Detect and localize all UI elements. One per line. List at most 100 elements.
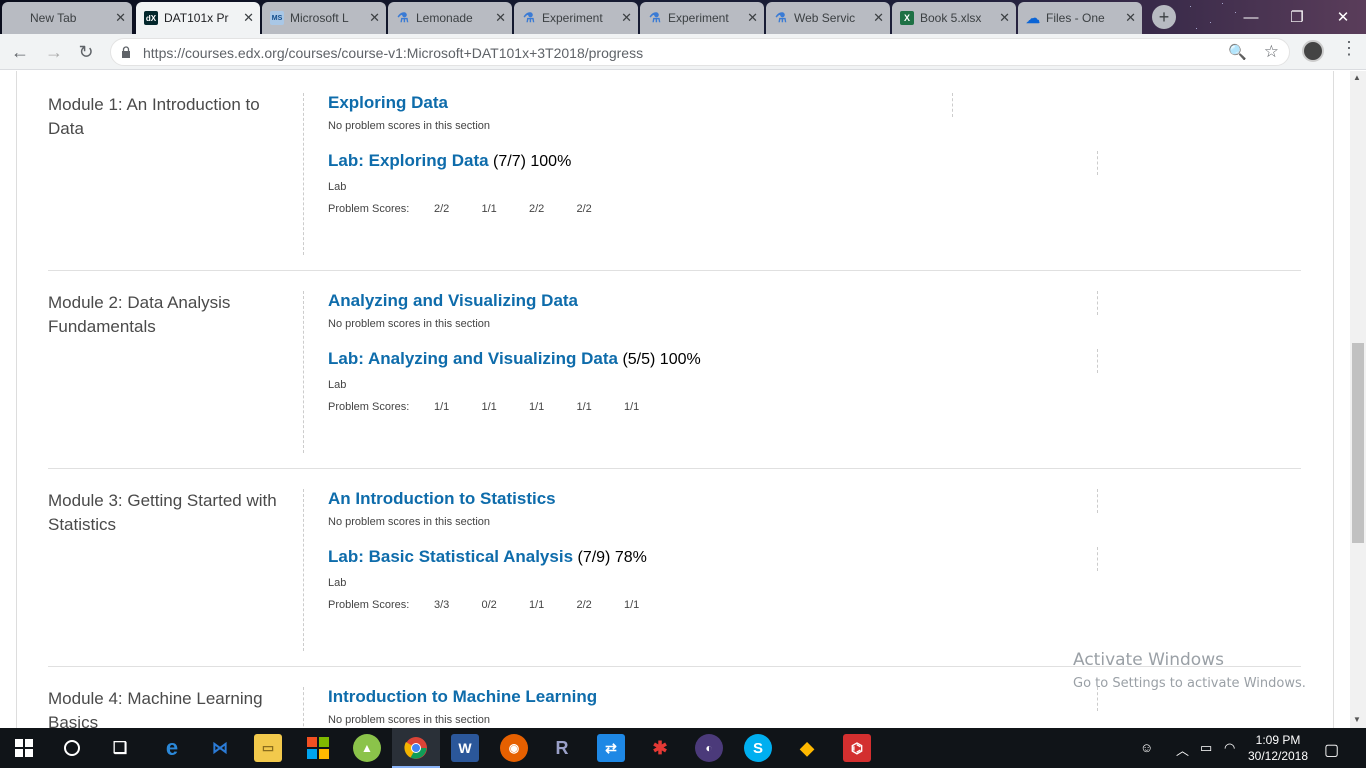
- tab-book5-xlsx[interactable]: X Book 5.xlsx ✕: [892, 2, 1016, 34]
- section-link[interactable]: An Introduction to Statistics: [328, 489, 672, 509]
- tab-lemonade[interactable]: ⚗ Lemonade ✕: [388, 2, 512, 34]
- close-icon[interactable]: ✕: [369, 10, 380, 26]
- section-note: No problem scores in this section: [328, 516, 491, 528]
- windows-start-icon[interactable]: [10, 734, 38, 762]
- background-star: [1190, 6, 1191, 7]
- store-icon[interactable]: [304, 734, 332, 762]
- problem-scores-label: Problem Scores:: [328, 203, 410, 215]
- tab-title: New Tab: [30, 11, 77, 25]
- close-icon[interactable]: ✕: [115, 10, 126, 26]
- close-icon[interactable]: ✕: [1125, 10, 1136, 26]
- lab-type: Lab: [328, 181, 347, 193]
- firefox-icon[interactable]: ◉: [500, 734, 528, 762]
- tab-dat101x-progress[interactable]: dX DAT101x Pr ✕: [136, 2, 260, 34]
- chapter-title: Module 4: Machine Learning Basics: [48, 689, 263, 728]
- problem-score: 1/1: [481, 401, 497, 413]
- teamviewer-icon[interactable]: ⇄: [597, 734, 625, 762]
- problem-score: 1/1: [529, 599, 545, 611]
- clock-date: 30/12/2018: [1247, 749, 1309, 763]
- notifications-icon[interactable]: ▢: [1324, 740, 1339, 760]
- menu-icon[interactable]: ⋮: [1340, 38, 1358, 59]
- section-link[interactable]: Introduction to Machine Learning: [328, 687, 597, 707]
- tab-title: Book 5.xlsx: [920, 11, 982, 25]
- flask-icon: ⚗: [649, 10, 661, 25]
- lab-link[interactable]: Lab: Basic Statistical Analysis: [328, 547, 573, 566]
- section-divider: [1097, 151, 1098, 175]
- word-icon[interactable]: W: [451, 734, 479, 762]
- scroll-down-icon[interactable]: ▼: [1353, 715, 1361, 724]
- task-view-icon[interactable]: ❑: [106, 734, 134, 762]
- watermark-title: Activate Windows: [1073, 650, 1224, 670]
- lab-score: (5/5) 100%: [622, 351, 701, 368]
- address-bar[interactable]: https://courses.edx.org/courses/course-v…: [110, 38, 1290, 66]
- plus-icon: +: [1158, 6, 1170, 27]
- section-row: An Introduction to Statistics No problem…: [328, 489, 1098, 547]
- close-icon[interactable]: ✕: [621, 10, 632, 26]
- people-icon[interactable]: ☺: [1140, 740, 1153, 755]
- battery-icon[interactable]: ▭: [1200, 740, 1212, 756]
- problem-score: 1/1: [624, 401, 640, 413]
- close-icon[interactable]: ✕: [999, 10, 1010, 26]
- visual-studio-icon[interactable]: ⋈: [206, 734, 234, 762]
- activate-windows-watermark: Activate Windows Go to Settings to activ…: [1073, 650, 1306, 691]
- close-icon[interactable]: ✕: [495, 10, 506, 26]
- lock-icon: [122, 46, 130, 58]
- back-button[interactable]: ←: [6, 38, 34, 66]
- close-window-button[interactable]: ✕: [1320, 4, 1366, 30]
- section-link[interactable]: Exploring Data: [328, 93, 624, 113]
- tab-new-tab[interactable]: New Tab ✕: [2, 2, 132, 34]
- git-icon[interactable]: ◆: [793, 734, 821, 762]
- eclipse-icon[interactable]: ◐: [695, 734, 723, 762]
- background-star: [1210, 22, 1211, 23]
- acrobat-icon[interactable]: ⌬: [843, 734, 871, 762]
- wifi-icon[interactable]: ◠: [1224, 740, 1235, 756]
- scroll-up-icon[interactable]: ▲: [1353, 73, 1361, 82]
- section-link[interactable]: Analyzing and Visualizing Data: [328, 291, 701, 311]
- tab-title: Web Servic: [794, 11, 856, 25]
- edge-icon[interactable]: e: [158, 734, 186, 762]
- problem-score: 1/1: [481, 203, 497, 215]
- tab-experiment-2[interactable]: ⚗ Experiment ✕: [640, 2, 764, 34]
- spider-icon[interactable]: ✱: [646, 734, 674, 762]
- new-tab-button[interactable]: +: [1152, 5, 1176, 29]
- watermark-subtitle: Go to Settings to activate Windows.: [1073, 676, 1306, 691]
- file-explorer-icon[interactable]: ▭: [254, 734, 282, 762]
- close-icon[interactable]: ✕: [243, 10, 254, 26]
- lab-row: Lab: Basic Statistical Analysis (7/9) 78…: [328, 547, 1098, 643]
- search-icon[interactable]: [58, 734, 86, 762]
- lab-link[interactable]: Lab: Analyzing and Visualizing Data: [328, 349, 618, 368]
- problem-score: 1/1: [529, 401, 545, 413]
- scrollbar-thumb[interactable]: [1352, 343, 1364, 543]
- zoom-icon[interactable]: 🔍: [1228, 43, 1247, 61]
- tab-web-service[interactable]: ⚗ Web Servic ✕: [766, 2, 890, 34]
- taskbar-clock[interactable]: 1:09 PM 30/12/2018: [1242, 732, 1314, 764]
- close-icon[interactable]: ✕: [747, 10, 758, 26]
- forward-button[interactable]: →: [40, 38, 68, 66]
- tab-microsoft-learn[interactable]: MS Microsoft L ✕: [262, 2, 386, 34]
- problem-score: 2/2: [434, 203, 450, 215]
- lab-row: Lab: Exploring Data (7/7) 100% Lab Probl…: [328, 151, 1098, 247]
- profile-avatar[interactable]: [1302, 40, 1324, 62]
- url-text: https://courses.edx.org/courses/course-v…: [143, 45, 644, 61]
- excel-icon: X: [900, 11, 914, 25]
- page-scrollbar[interactable]: ▲ ▼: [1350, 71, 1366, 728]
- page-viewport: Module 1: An Introduction to Data Explor…: [0, 71, 1350, 728]
- blank-icon: [10, 11, 24, 25]
- reload-button[interactable]: ↻: [72, 38, 100, 66]
- skype-icon[interactable]: S: [744, 734, 772, 762]
- chrome-icon[interactable]: [402, 734, 430, 762]
- problem-score: 2/2: [576, 599, 592, 611]
- restore-button[interactable]: ❐: [1274, 4, 1320, 30]
- windows-taskbar: ❑ e ⋈ ▭ ▲ W ◉ R ⇄ ✱ ◐ S ◆ ⌬ ☺ ︿ ▭ ◠ 1:09…: [0, 728, 1366, 768]
- problem-score: 1/1: [434, 401, 450, 413]
- flask-icon: ⚗: [523, 10, 535, 25]
- close-icon[interactable]: ✕: [873, 10, 884, 26]
- tab-files-onedrive[interactable]: ☁ Files - One ✕: [1018, 2, 1142, 34]
- tab-experiment-1[interactable]: ⚗ Experiment ✕: [514, 2, 638, 34]
- chevron-up-icon[interactable]: ︿: [1176, 740, 1189, 759]
- bookmark-star-icon[interactable]: ☆: [1264, 42, 1279, 62]
- minimize-button[interactable]: —: [1228, 4, 1274, 30]
- android-app-icon[interactable]: ▲: [353, 734, 381, 762]
- r-studio-icon[interactable]: R: [548, 734, 576, 762]
- lab-link[interactable]: Lab: Exploring Data: [328, 151, 489, 170]
